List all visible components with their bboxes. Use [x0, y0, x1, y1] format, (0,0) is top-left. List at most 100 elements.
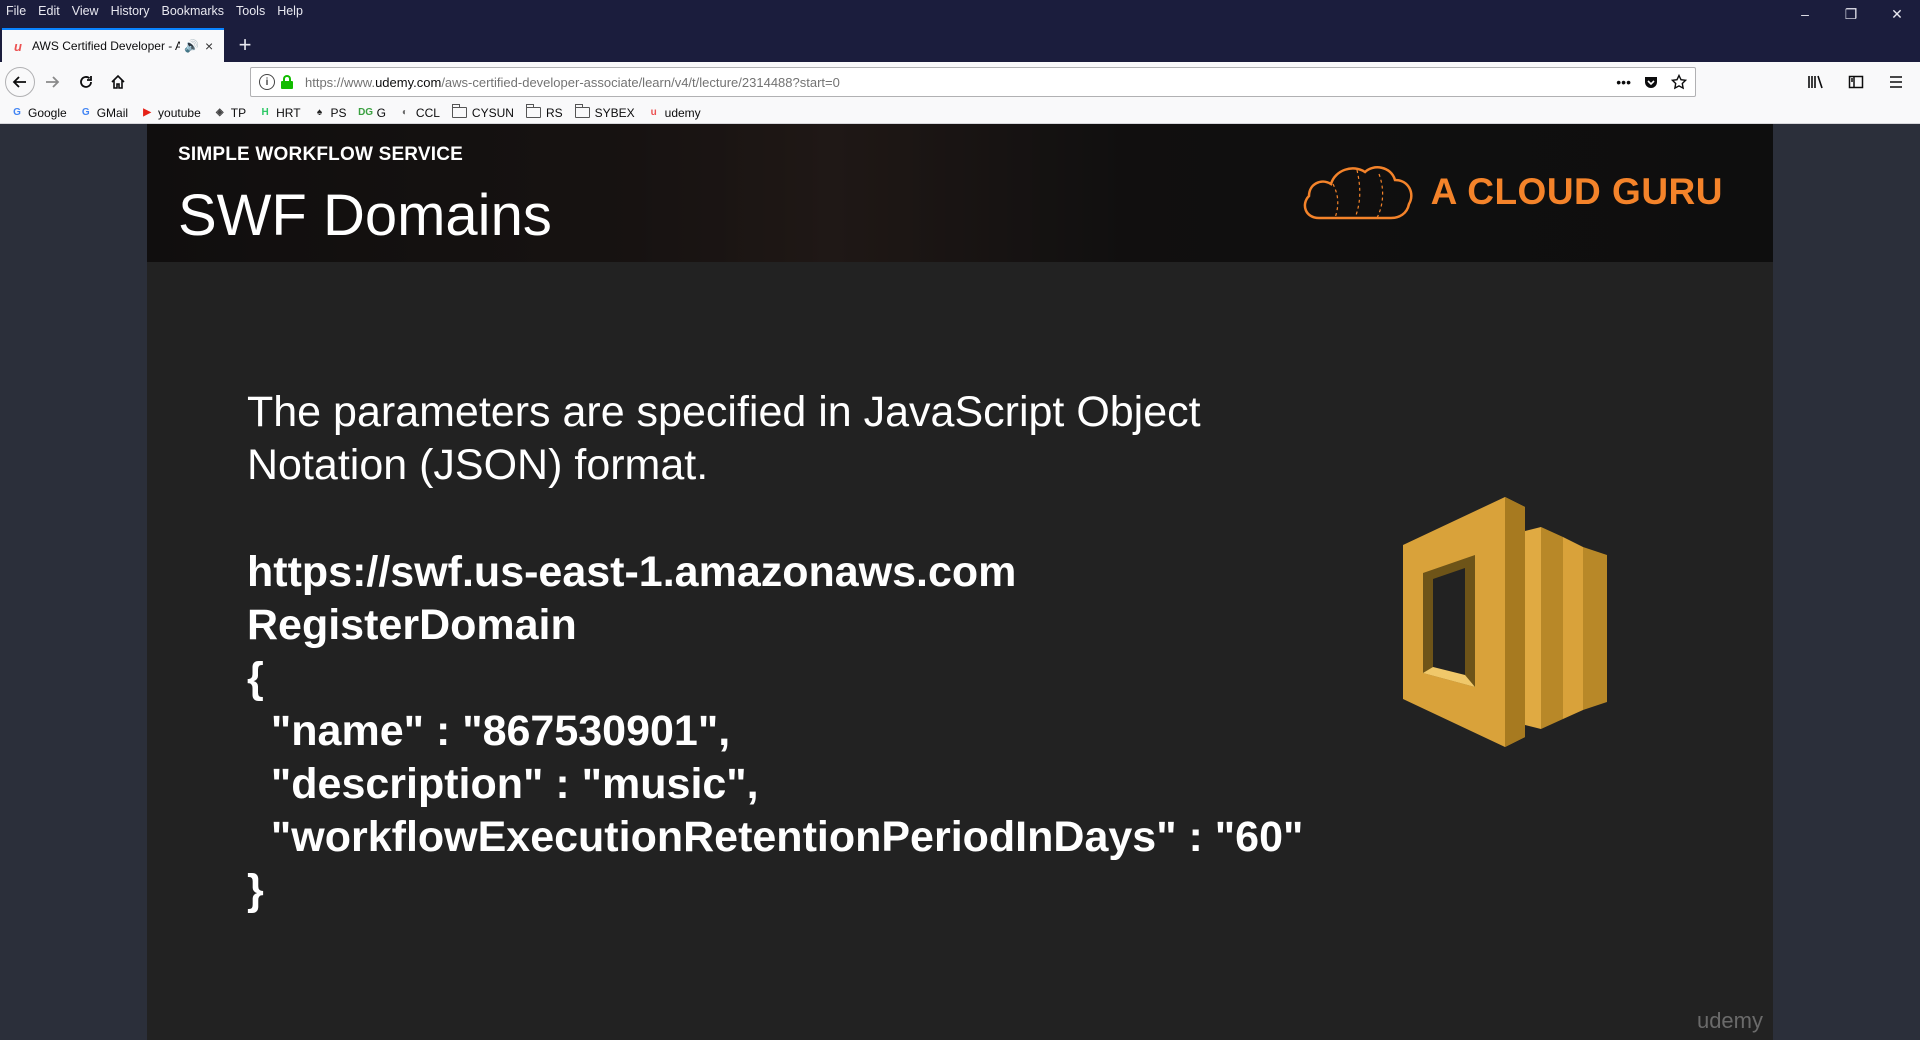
bookmark-label: SYBEX: [594, 105, 635, 120]
close-window-button[interactable]: ✕: [1874, 0, 1920, 28]
window-controls: – ❐ ✕: [1782, 0, 1920, 28]
hamburger-icon: [1890, 76, 1902, 88]
menu-edit[interactable]: Edit: [38, 4, 60, 18]
youtube-icon: ▶: [143, 107, 151, 118]
bookmark-label: PS: [330, 105, 347, 120]
hackerrank-icon: H: [261, 107, 269, 118]
tab-close-button[interactable]: ×: [205, 38, 213, 54]
bookmark-label: udemy: [664, 105, 701, 120]
arrow-left-icon: [12, 76, 26, 88]
udemy-icon: u: [14, 38, 22, 54]
bookmark-label: CCL: [415, 105, 440, 120]
code-line: "name" : "867530901",: [247, 707, 731, 755]
back-button[interactable]: [5, 67, 35, 97]
info-icon[interactable]: i: [259, 74, 275, 90]
bookmark-hrt[interactable]: H HRT: [258, 106, 300, 120]
bookmark-google[interactable]: G Google: [10, 106, 67, 120]
code-line: "description" : "music",: [247, 760, 759, 808]
code-line: }: [247, 866, 264, 914]
url-text[interactable]: https://www.udemy.com/aws-certified-deve…: [305, 75, 840, 90]
forward-button[interactable]: [38, 68, 66, 96]
reload-icon: [80, 76, 92, 88]
bookmark-label: youtube: [158, 105, 201, 120]
body-line: Notation (JSON) format.: [247, 441, 709, 489]
bookmarks-toolbar: G Google G GMail ▶ youtube ◈ TP H HRT ♠ PS DG G ◐ CCL CY…: [0, 102, 1920, 124]
aws-swf-icon: [1403, 497, 1607, 747]
menu-view[interactable]: View: [72, 4, 99, 18]
bookmark-label: CYSUN: [471, 105, 514, 120]
udemy-watermark: udemy: [1696, 1008, 1763, 1033]
bookmark-udemy[interactable]: u udemy: [647, 106, 701, 120]
page-actions-menu-icon[interactable]: •••: [1616, 74, 1631, 90]
menu-history[interactable]: History: [111, 4, 150, 18]
bookmark-label: HRT: [276, 105, 301, 120]
bookmark-label: GMail: [96, 105, 129, 120]
folder-icon: [525, 104, 541, 118]
library-icon: [1808, 75, 1823, 89]
page-content: SIMPLE WORKFLOW SERVICE SWF Domains A CL…: [0, 124, 1920, 1040]
video-player[interactable]: SIMPLE WORKFLOW SERVICE SWF Domains A CL…: [147, 124, 1773, 1040]
slide-header: SIMPLE WORKFLOW SERVICE SWF Domains A CL…: [147, 124, 1773, 262]
bookmark-rs[interactable]: RS: [525, 104, 563, 120]
body-line: The parameters are specified in JavaScri…: [247, 388, 1201, 436]
folder-icon: [451, 104, 467, 118]
bookmark-tp[interactable]: ◈ TP: [213, 106, 246, 120]
cloud-logo-icon: [1303, 166, 1413, 220]
pocket-icon[interactable]: [1643, 74, 1659, 90]
ccl-icon: ◐: [401, 107, 408, 118]
minimize-button[interactable]: –: [1782, 0, 1828, 28]
reload-button[interactable]: [72, 68, 100, 96]
toolbar-right: [1802, 68, 1920, 96]
menu-help[interactable]: Help: [277, 4, 303, 18]
sidebar-icon: [1848, 75, 1864, 89]
tab-title: AWS Certified Developer - A: [32, 39, 180, 53]
bookmark-youtube[interactable]: ▶ youtube: [140, 106, 201, 120]
arrow-right-icon: [46, 76, 60, 88]
slide-section-label: SIMPLE WORKFLOW SERVICE: [178, 144, 464, 165]
code-line: {: [247, 654, 264, 702]
ps-icon: ♠: [316, 107, 323, 118]
google-icon: G: [13, 107, 21, 118]
menu-bookmarks[interactable]: Bookmarks: [161, 4, 224, 18]
new-tab-button[interactable]: +: [232, 32, 258, 58]
code-line: https://swf.us-east-1.amazonaws.com: [247, 548, 1017, 596]
brand-logo: A CLOUD GURU: [1299, 160, 1723, 224]
code-block: https://swf.us-east-1.amazonaws.com Regi…: [247, 546, 1303, 917]
speaker-icon[interactable]: 🔊: [184, 39, 199, 53]
navigation-toolbar: i https://www.udemy.com/aws-certified-de…: [0, 62, 1920, 102]
code-line: "workflowExecutionRetentionPeriodInDays"…: [247, 813, 1304, 861]
bookmark-label: TP: [230, 105, 247, 120]
udemy-icon: u: [650, 107, 657, 118]
bookmark-label: G: [376, 105, 386, 120]
app-menu-button[interactable]: [1882, 68, 1910, 96]
browser-titlebar: File Edit View History Bookmarks Tools H…: [0, 0, 1920, 62]
code-line: RegisterDomain: [247, 601, 577, 649]
bookmark-g[interactable]: DG G: [358, 105, 386, 120]
library-button[interactable]: [1802, 68, 1830, 96]
menu-file[interactable]: File: [6, 4, 26, 18]
lock-icon[interactable]: [281, 75, 293, 89]
menu-tools[interactable]: Tools: [236, 4, 265, 18]
slide-title: SWF Domains: [178, 183, 552, 248]
slide-body: The parameters are specified in JavaScri…: [247, 386, 1303, 917]
sidebar-button[interactable]: [1842, 68, 1870, 96]
bookmark-label: RS: [545, 105, 563, 120]
brand-text: A CLOUD GURU: [1430, 171, 1723, 212]
home-icon: [111, 74, 125, 89]
dg-icon: DG: [358, 107, 374, 118]
gmail-icon: G: [81, 107, 90, 118]
menubar: File Edit View History Bookmarks Tools H…: [0, 0, 315, 22]
folder-icon: [574, 104, 590, 118]
bookmark-ccl[interactable]: ◐ CCL: [398, 106, 440, 120]
bookmark-gmail[interactable]: G GMail: [79, 106, 128, 120]
tab-active[interactable]: u AWS Certified Developer - A 🔊 ×: [2, 28, 224, 62]
page-actions: •••: [1616, 68, 1687, 96]
bookmark-ps[interactable]: ♠ PS: [313, 106, 347, 120]
restore-button[interactable]: ❐: [1828, 0, 1874, 28]
bookmark-star-icon[interactable]: [1671, 74, 1687, 90]
bookmark-sybex[interactable]: SYBEX: [574, 104, 635, 120]
home-button[interactable]: [104, 68, 132, 96]
bookmark-cysun[interactable]: CYSUN: [451, 104, 514, 120]
bookmark-label: Google: [28, 105, 67, 120]
url-bar[interactable]: i https://www.udemy.com/aws-certified-de…: [250, 67, 1696, 97]
